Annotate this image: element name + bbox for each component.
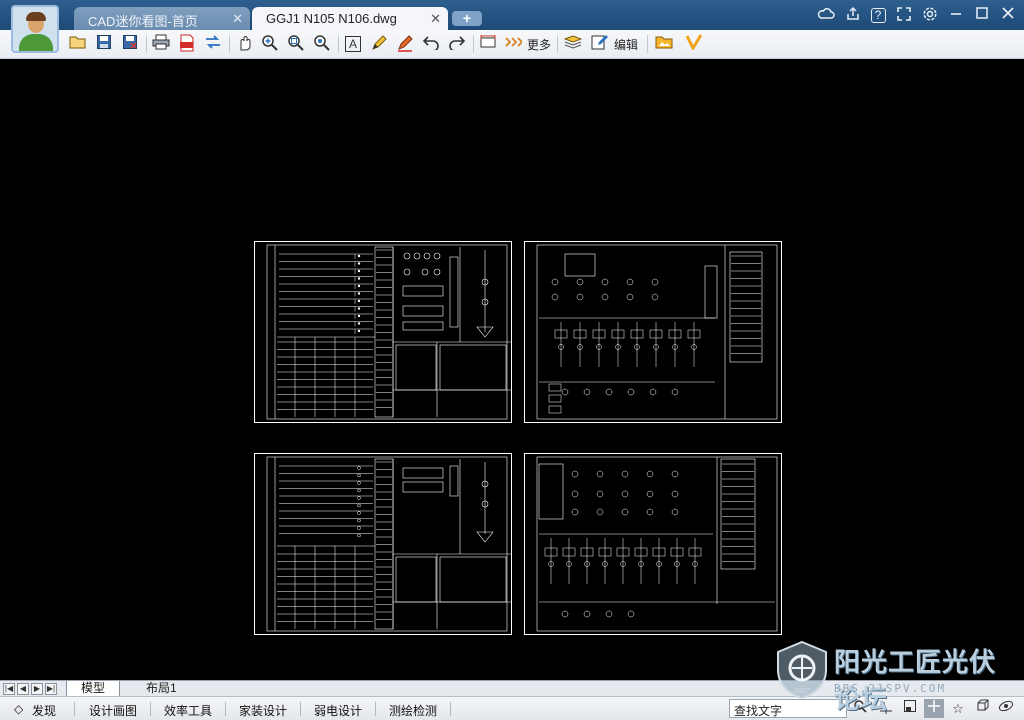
tab-home-close-icon[interactable]: ✕ xyxy=(232,11,243,27)
edit-button[interactable]: 编辑 xyxy=(614,36,638,53)
settings-gear-icon[interactable] xyxy=(920,6,940,26)
pan-icon[interactable] xyxy=(234,34,254,54)
cloud-icon[interactable] xyxy=(816,6,836,26)
watermark-url: BBS.21SPV.COM xyxy=(834,682,947,695)
low-voltage-design-button[interactable]: 弱电设计 xyxy=(314,702,362,719)
edit-icon[interactable] xyxy=(590,34,610,54)
more-arrows-icon[interactable] xyxy=(503,34,524,54)
sheet-3-linework xyxy=(266,456,511,632)
drawing-sheet-1 xyxy=(254,241,512,423)
tab-drawing-close-icon[interactable]: ✕ xyxy=(430,11,441,27)
tab-home[interactable]: CAD迷你看图-首页 ✕ xyxy=(74,7,250,30)
prev-layout-icon[interactable]: ◀ xyxy=(17,683,29,695)
drawing-sheet-3 xyxy=(254,453,512,635)
drawing-sheet-2 xyxy=(524,241,782,423)
tab-layout1[interactable]: 布局1 xyxy=(132,681,191,697)
watermark-title: 阳光工匠光伏论坛 xyxy=(834,648,997,715)
discover-button[interactable]: 发现 xyxy=(32,702,56,719)
title-bar: CAD迷你看图-首页 ✕ GGJ1 N105 N106.dwg ✕ + ? xyxy=(0,0,1024,30)
more-button[interactable]: 更多 xyxy=(527,36,551,53)
save-icon[interactable] xyxy=(94,34,114,54)
design-drawing-button[interactable]: 设计画图 xyxy=(89,702,137,719)
vip-badge-icon[interactable] xyxy=(684,34,704,54)
help-icon[interactable]: ? xyxy=(868,6,888,26)
markup-pen-icon[interactable] xyxy=(395,34,415,54)
redo-icon[interactable] xyxy=(447,34,467,54)
undo-icon[interactable] xyxy=(421,34,441,54)
survey-inspection-button[interactable]: 测绘检测 xyxy=(389,702,437,719)
tab-model[interactable]: 模型 xyxy=(66,681,121,697)
last-layout-icon[interactable]: ▶| xyxy=(45,683,57,695)
save-as-icon[interactable] xyxy=(120,34,140,54)
tab-home-label: CAD迷你看图-首页 xyxy=(88,14,198,29)
text-tool-label: A xyxy=(345,36,361,52)
pencil-icon[interactable] xyxy=(369,34,389,54)
zoom-window-icon[interactable] xyxy=(286,34,306,54)
first-layout-icon[interactable]: |◀ xyxy=(3,683,15,695)
fullscreen-icon[interactable] xyxy=(894,6,914,26)
measure-icon[interactable] xyxy=(478,34,498,54)
drawing-canvas[interactable] xyxy=(0,60,1024,680)
open-folder-icon[interactable] xyxy=(68,34,88,54)
export-pdf-icon[interactable] xyxy=(177,34,197,54)
text-tool-icon[interactable]: A xyxy=(343,34,363,54)
user-avatar[interactable] xyxy=(11,5,59,53)
print-icon[interactable] xyxy=(151,34,171,54)
layers-icon[interactable] xyxy=(563,34,583,54)
watermark-year: 2007 xyxy=(794,688,810,695)
tab-drawing[interactable]: GGJ1 N105 N106.dwg ✕ xyxy=(252,7,448,30)
forum-watermark: 阳光工匠光伏论坛 BBS.21SPV.COM 2007 xyxy=(772,638,1022,715)
convert-icon[interactable] xyxy=(203,34,223,54)
sheet-2-linework xyxy=(536,244,778,420)
minimize-icon[interactable] xyxy=(946,6,966,26)
drawing-sheet-4 xyxy=(524,453,782,635)
main-toolbar: A 更多 编辑 xyxy=(0,30,1024,59)
share-icon[interactable] xyxy=(843,6,863,26)
zoom-in-icon[interactable] xyxy=(260,34,280,54)
next-layout-icon[interactable]: ▶ xyxy=(31,683,43,695)
image-folder-icon[interactable] xyxy=(654,34,674,54)
home-design-button[interactable]: 家装设计 xyxy=(239,702,287,719)
tab-drawing-label: GGJ1 N105 N106.dwg xyxy=(266,11,397,26)
new-tab-button[interactable]: + xyxy=(452,11,482,26)
efficiency-tools-button[interactable]: 效率工具 xyxy=(164,702,212,719)
sheet-1-linework xyxy=(266,244,511,420)
maximize-icon[interactable] xyxy=(972,6,992,26)
find-text-input[interactable]: 查找文字 xyxy=(729,699,847,718)
sheet-4-linework xyxy=(536,456,778,632)
discover-diamond-icon: ◇ xyxy=(14,702,24,716)
close-window-icon[interactable] xyxy=(998,6,1018,26)
zoom-extents-icon[interactable] xyxy=(312,34,332,54)
